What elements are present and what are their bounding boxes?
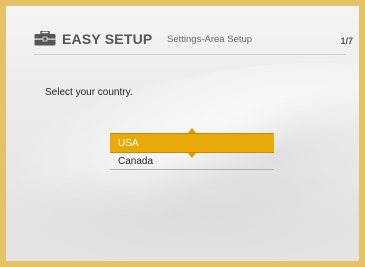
scroll-up-arrow-icon bbox=[188, 128, 196, 133]
step-indicator: 1/7 bbox=[340, 36, 353, 46]
toolbox-icon bbox=[34, 30, 56, 46]
page-subtitle: Settings-Area Setup bbox=[167, 34, 253, 45]
header: EASY SETUP Settings-Area Setup 1/7 bbox=[34, 30, 359, 48]
country-option-label: Canada bbox=[118, 156, 154, 167]
page-title: EASY SETUP bbox=[62, 31, 153, 47]
country-list[interactable]: USA Canada bbox=[110, 128, 274, 170]
background-swoosh bbox=[6, 156, 359, 261]
header-divider bbox=[34, 54, 346, 55]
country-option-canada[interactable]: Canada bbox=[110, 153, 274, 170]
country-option-usa[interactable]: USA bbox=[110, 128, 274, 158]
instruction-text: Select your country. bbox=[45, 87, 133, 98]
country-option-label: USA bbox=[118, 138, 139, 149]
setup-screen: EASY SETUP Settings-Area Setup 1/7 Selec… bbox=[6, 6, 359, 261]
